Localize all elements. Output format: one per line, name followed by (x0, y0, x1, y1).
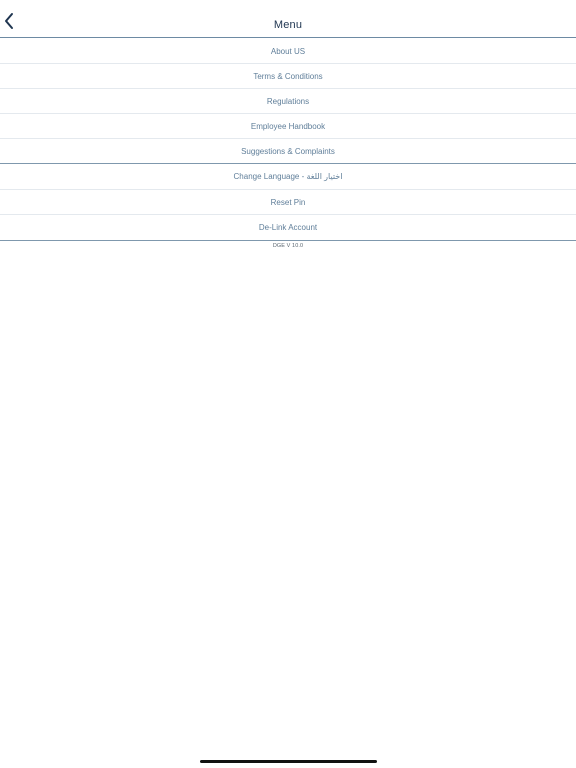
menu-item-about-us[interactable]: About US (0, 39, 576, 64)
menu-item-terms-conditions[interactable]: Terms & Conditions (0, 64, 576, 89)
menu-item-suggestions-complaints[interactable]: Suggestions & Complaints (0, 139, 576, 164)
menu-item-delink-account[interactable]: De-Link Account (0, 215, 576, 241)
menu-item-employee-handbook[interactable]: Employee Handbook (0, 114, 576, 139)
home-indicator[interactable] (200, 760, 377, 763)
menu-item-reset-pin[interactable]: Reset Pin (0, 190, 576, 215)
menu-item-regulations[interactable]: Regulations (0, 89, 576, 114)
menu-screen: Menu About US Terms & Conditions Regulat… (0, 0, 576, 768)
version-label: DGE V 10.0 (272, 243, 304, 249)
menu-list: About US Terms & Conditions Regulations … (0, 39, 576, 241)
page-title: Menu (273, 19, 303, 31)
navigation-bar: Menu (0, 0, 576, 38)
menu-item-change-language[interactable]: Change Language - اختيار اللغة (0, 164, 576, 190)
